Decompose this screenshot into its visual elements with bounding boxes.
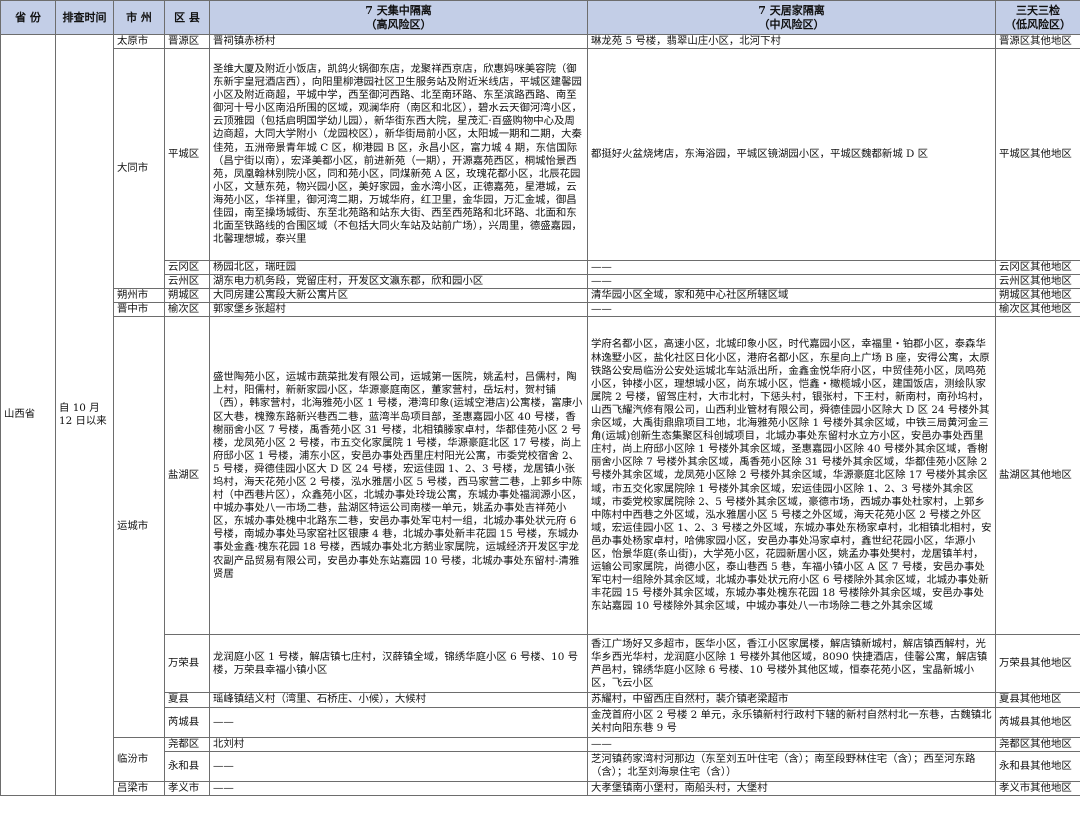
city-cell: 太原市 xyxy=(113,33,165,50)
county-cell: 夏县 xyxy=(164,692,210,708)
low-risk-cell: 榆次区其他地区 xyxy=(995,302,1080,318)
mid-risk-cell: —— xyxy=(587,260,996,276)
table-row: 临汾市 尧都区 北刘村 —— 尧都区其他地区 xyxy=(1,736,1080,782)
low-risk-cell: 云州区其他地区 xyxy=(995,274,1080,290)
high-risk-cell: 郭家堡乡张超村 xyxy=(209,302,588,318)
mid-risk-cell: 清华园小区全域，家和苑中心社区所辖区域 xyxy=(587,288,996,304)
header-low-risk: 三天三检 （低风险区） xyxy=(995,0,1080,35)
county-cell: 晋源区 xyxy=(164,33,210,50)
mid-risk-cell: 学府名都小区，高速小区，北城印象小区，时代嘉园小区，幸福里・铂郡小区，泰森华林逸… xyxy=(587,316,996,636)
city-cell: 大同市 xyxy=(113,48,165,290)
table-row: 大同市 平城区 圣维大厦及附近小饭店，凯鸽火锅御东店，龙聚祥西京店，欣惠妈咪美容… xyxy=(1,48,1080,290)
province-cell: 山西省 xyxy=(0,34,56,796)
high-risk-cell: —— xyxy=(209,706,588,738)
county-cell: 尧都区 xyxy=(164,736,210,752)
mid-risk-cell: 香江广场好又多超市，医华小区，香江小区家属楼，解店镇新城村，解店镇西解村，光华乡… xyxy=(587,634,996,694)
mid-risk-cell: 大孝堡镇南小堡村，南船头村，大堡村 xyxy=(587,780,996,796)
high-risk-cell: 龙润庭小区 1 号楼，解店镇七庄村，汉薛镇全域，锦绣华庭小区 6 号楼、10 号… xyxy=(209,634,588,694)
header-mid-risk: 7 天居家隔离 （中风险区） xyxy=(587,0,996,35)
low-risk-cell: 夏县其他地区 xyxy=(995,692,1080,708)
header-province: 省 份 xyxy=(0,0,56,35)
header-low-line2: （低风险区） xyxy=(1005,17,1071,31)
table-row: 山西省 自 10 月 12 日以来 太原市 晋源区 晋祠镇赤桥村 琳龙苑 5 号… xyxy=(0,33,1080,796)
high-risk-cell: 湖东电力机务段，党留庄村，开发区文瀛东郡，欣和园小区 xyxy=(209,274,588,290)
header-time: 排查时间 xyxy=(55,0,114,35)
header-county: 区 县 xyxy=(164,0,210,35)
header-row: 省 份 排查时间 市 州 区 县 7 天集中隔离 （高风险区） 7 天居家隔离 （中… xyxy=(0,0,1080,35)
county-cell: 榆次区 xyxy=(164,302,210,318)
time-cell: 自 10 月 12 日以来 xyxy=(55,34,114,796)
low-risk-cell: 云冈区其他地区 xyxy=(995,260,1080,276)
mid-risk-cell: 都挺好火盆烧烤店，东海浴园，平城区镜湖园小区，平城区魏都新城 D 区 xyxy=(587,48,996,262)
county-cell: 永和县 xyxy=(164,750,210,782)
mid-risk-cell: —— xyxy=(587,302,996,318)
low-risk-cell: 朔城区其他地区 xyxy=(995,288,1080,304)
header-high-line1: 7 天集中隔离 xyxy=(365,3,432,17)
low-risk-cell: 永和县其他地区 xyxy=(995,750,1080,782)
county-cell: 平城区 xyxy=(164,48,210,262)
high-risk-cell: 晋祠镇赤桥村 xyxy=(209,33,588,50)
high-risk-cell: 大同房建公寓段大新公寓片区 xyxy=(209,288,588,304)
high-risk-cell: —— xyxy=(209,780,588,796)
table-row: 朔州市 朔城区 大同房建公寓段大新公寓片区 清华园小区全域，家和苑中心社区所辖区… xyxy=(1,288,1080,304)
low-risk-cell: 晋源区其他地区 xyxy=(995,33,1080,50)
county-cell: 孝义市 xyxy=(164,780,210,796)
city-cell: 吕梁市 xyxy=(113,780,165,796)
mid-risk-cell: 金茂首府小区 2 号楼 2 单元，永乐镇新村行政村下辖的新村自然村北一东巷，古魏… xyxy=(587,706,996,738)
city-cell: 运城市 xyxy=(113,316,165,738)
mid-risk-cell: 芝河镇药家湾村河那边（东至刘五叶住宅（含）；南至段野林住宅（含）；西至河东路（含… xyxy=(587,750,996,782)
header-low-line1: 三天三检 xyxy=(1016,3,1060,17)
mid-risk-cell: 苏耀村，中留西庄自然村，裴介镇老梁超市 xyxy=(587,692,996,708)
header-high-risk: 7 天集中隔离 （高风险区） xyxy=(209,0,588,35)
county-cell: 云冈区 xyxy=(164,260,210,276)
high-risk-cell: 杨园北区，瑞旺园 xyxy=(209,260,588,276)
city-cell: 晋中市 xyxy=(113,302,165,318)
low-risk-cell: 孝义市其他地区 xyxy=(995,780,1080,796)
county-cell: 盐湖区 xyxy=(164,316,210,636)
low-risk-cell: 尧都区其他地区 xyxy=(995,736,1080,752)
header-mid-line1: 7 天居家隔离 xyxy=(758,3,825,17)
high-risk-cell: 盛世陶苑小区，运城市蔬菜批发有限公司，运城第一医院，姚孟村，吕儒村，陶上村，阳儒… xyxy=(209,316,588,636)
low-risk-cell: 芮城县其他地区 xyxy=(995,706,1080,738)
county-cell: 云州区 xyxy=(164,274,210,290)
county-cell: 芮城县 xyxy=(164,706,210,738)
high-risk-cell: 北刘村 xyxy=(209,736,588,752)
high-risk-cell: 瑶峰镇结义村（湾里、石桥庄、小候），大候村 xyxy=(209,692,588,708)
header-city: 市 州 xyxy=(113,0,165,35)
header-high-line2: （高风险区） xyxy=(365,17,432,31)
header-mid-line2: （中风险区） xyxy=(758,17,825,31)
city-cell: 朔州市 xyxy=(113,288,165,304)
mid-risk-cell: —— xyxy=(587,274,996,290)
city-cell: 临汾市 xyxy=(113,736,165,782)
low-risk-cell: 盐湖区其他地区 xyxy=(995,316,1080,636)
mid-risk-cell: 琳龙苑 5 号楼，翡翠山庄小区，北河下村 xyxy=(587,33,996,50)
mid-risk-cell: —— xyxy=(587,736,996,752)
table-row: 运城市 盐湖区 盛世陶苑小区，运城市蔬菜批发有限公司，运城第一医院，姚孟村，吕儒… xyxy=(1,316,1080,738)
risk-area-table: 省 份 排查时间 市 州 区 县 7 天集中隔离 （高风险区） 7 天居家隔离 （中… xyxy=(0,0,1080,796)
low-risk-cell: 平城区其他地区 xyxy=(995,48,1080,262)
high-risk-cell: 圣维大厦及附近小饭店，凯鸽火锅御东店，龙聚祥西京店，欣惠妈咪美容院（御东新宇皇冠… xyxy=(209,48,588,262)
county-cell: 万荣县 xyxy=(164,634,210,694)
high-risk-cell: —— xyxy=(209,750,588,782)
table-row: 晋中市 榆次区 郭家堡乡张超村 —— 榆次区其他地区 xyxy=(1,302,1080,318)
low-risk-cell: 万荣县其他地区 xyxy=(995,634,1080,694)
table-row: 吕梁市 孝义市 —— 大孝堡镇南小堡村，南船头村，大堡村 孝义市其他地区 xyxy=(1,780,1080,796)
county-cell: 朔城区 xyxy=(164,288,210,304)
